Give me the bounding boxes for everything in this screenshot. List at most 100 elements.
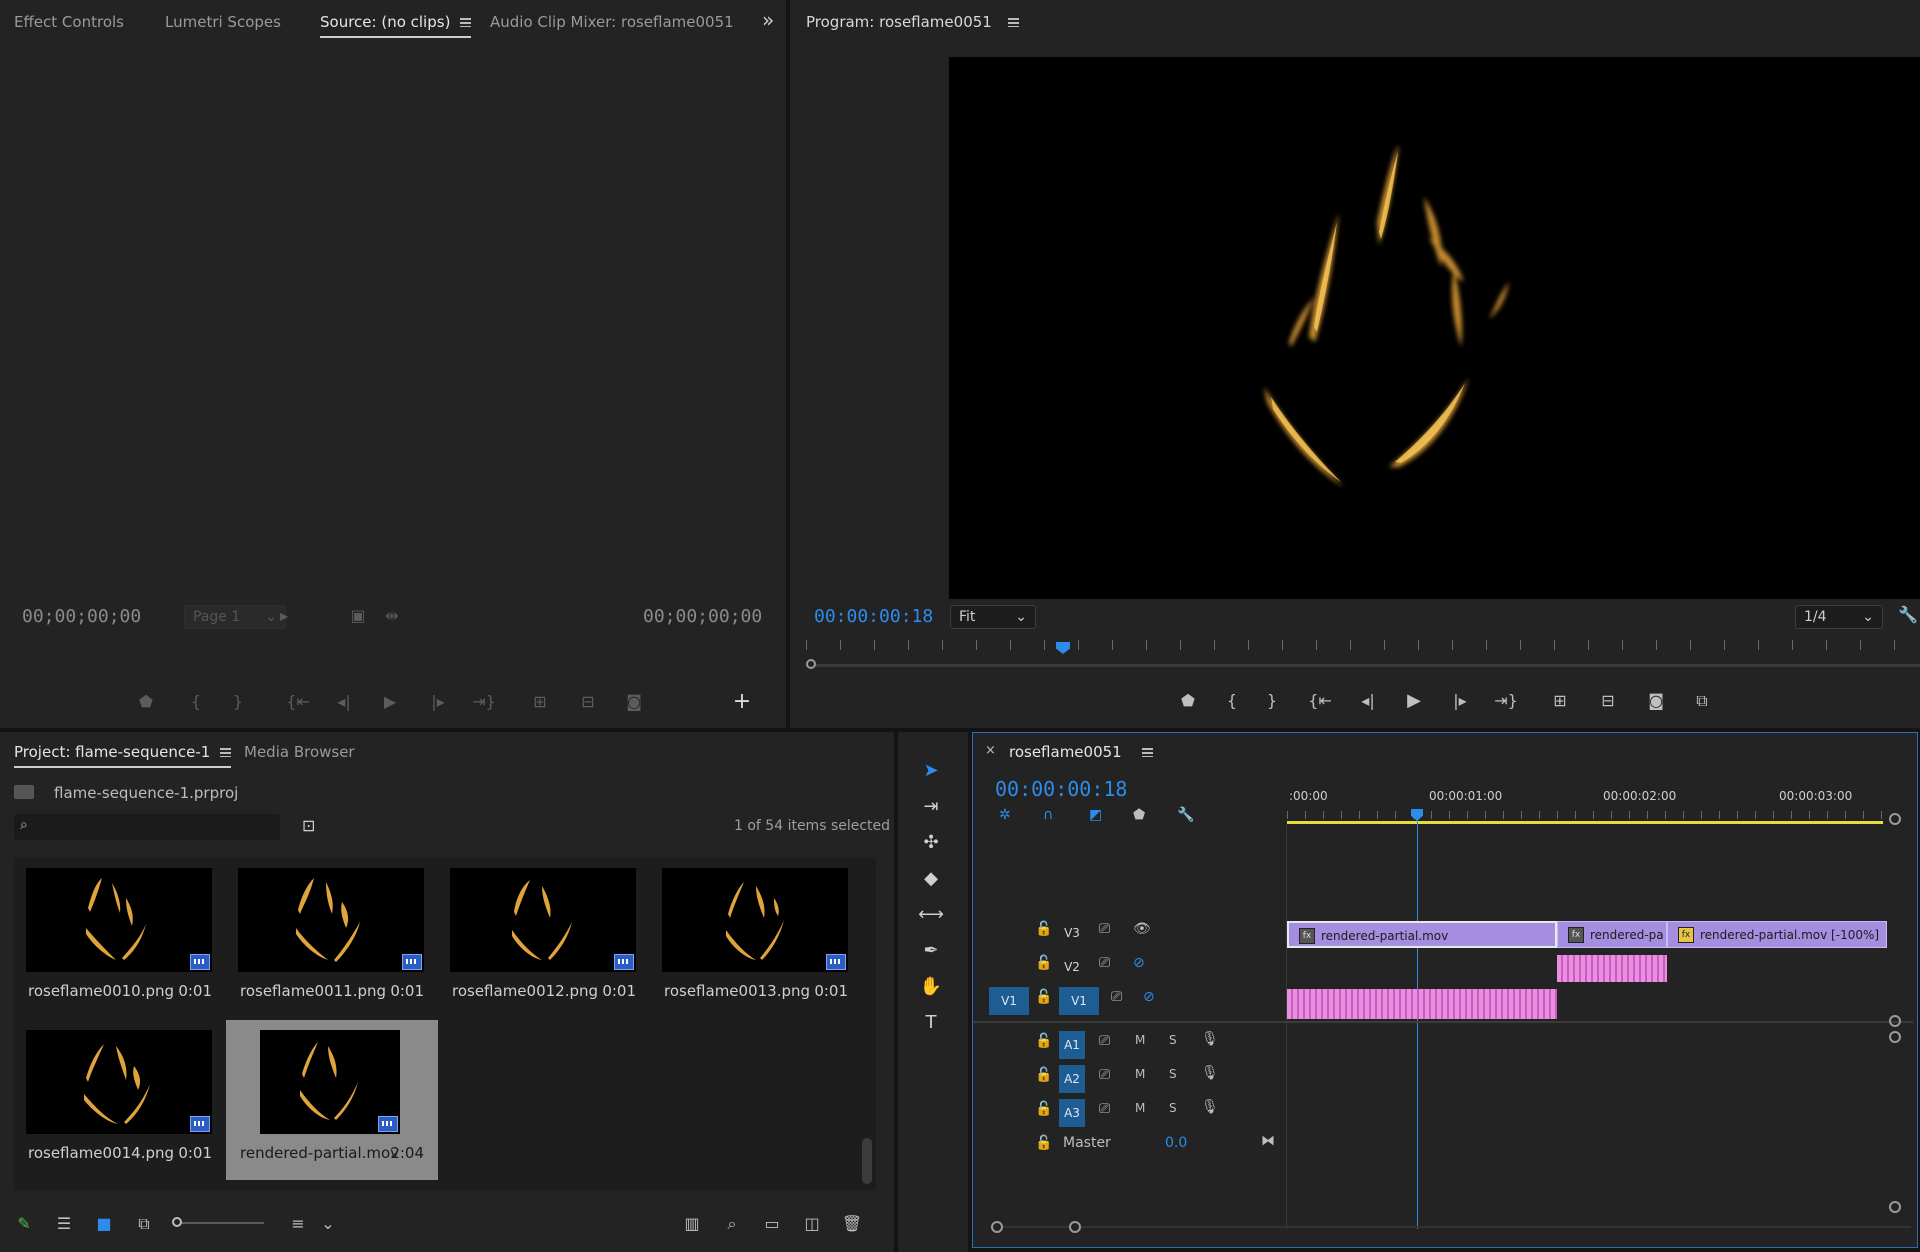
add-marker-icon[interactable]: ⬟ xyxy=(134,690,158,714)
sync-lock-icon[interactable]: ⎚ xyxy=(1099,1101,1110,1117)
video-scroll-bottom-handle[interactable] xyxy=(1889,1015,1901,1027)
search-field[interactable]: ⌕ xyxy=(14,814,280,840)
play-icon[interactable]: ▶ xyxy=(378,690,402,714)
clip-v3-rendered-partial[interactable]: fx rendered-partial.mov xyxy=(1287,921,1557,948)
icon-view-icon[interactable]: ■ xyxy=(92,1212,116,1236)
new-search-bin-icon[interactable]: ⊡ xyxy=(302,816,315,835)
lift-icon[interactable]: ⊞ xyxy=(1548,689,1572,713)
clip-v1-frames[interactable] xyxy=(1287,989,1557,1019)
project-item[interactable]: roseflame0013.png 0:01 xyxy=(650,858,862,1018)
trash-icon[interactable]: 🗑 xyxy=(840,1212,864,1236)
project-item[interactable]: roseflame0010.png 0:01 xyxy=(14,858,226,1018)
step-back-icon[interactable]: ◂| xyxy=(332,690,356,714)
mark-in-icon[interactable]: { xyxy=(1220,689,1244,713)
sync-lock-icon[interactable]: ⎚ xyxy=(1099,1067,1110,1083)
eye-hidden-icon[interactable]: ⊘ xyxy=(1133,955,1145,971)
lock-icon[interactable]: 🔓 xyxy=(1035,1033,1052,1049)
lock-icon[interactable]: 🔓 xyxy=(1035,1101,1052,1117)
eye-icon[interactable]: 👁 xyxy=(1133,921,1151,937)
go-to-out-icon[interactable]: ⇥} xyxy=(1494,689,1518,713)
chevron-down-icon[interactable]: ⌄ xyxy=(316,1212,340,1236)
tab-lumetri-scopes[interactable]: Lumetri Scopes xyxy=(165,13,281,31)
mark-in-icon[interactable]: { xyxy=(184,690,208,714)
source-timecode-left[interactable]: 00;00;00;00 xyxy=(22,606,141,627)
nest-icon[interactable]: ✲ xyxy=(999,807,1011,823)
timeline-zoom-bar[interactable] xyxy=(991,1221,1911,1233)
mark-out-icon[interactable]: } xyxy=(1260,689,1284,713)
track-label[interactable]: A3 xyxy=(1059,1099,1085,1127)
program-title[interactable]: Program: roseflame0051 xyxy=(806,13,1019,31)
export-frame-icon[interactable]: ◙ xyxy=(1644,689,1668,713)
add-button[interactable]: + xyxy=(730,690,754,714)
track-label[interactable]: V3 xyxy=(1059,919,1085,947)
mute-button[interactable]: M xyxy=(1135,1067,1145,1081)
razor-tool-icon[interactable]: ◆ xyxy=(916,864,946,894)
hand-tool-icon[interactable]: ✋ xyxy=(916,972,946,1002)
sync-lock-icon[interactable]: ⎚ xyxy=(1099,921,1110,937)
scrub-bar-track[interactable] xyxy=(806,664,1920,667)
program-time-ruler[interactable] xyxy=(806,640,1920,670)
solo-button[interactable]: S xyxy=(1169,1067,1177,1081)
type-tool-icon[interactable]: T xyxy=(916,1008,946,1038)
new-item-icon[interactable]: ◫ xyxy=(800,1212,824,1236)
go-to-in-icon[interactable]: {⇤ xyxy=(1308,689,1332,713)
tab-source[interactable]: Source: (no clips) xyxy=(320,13,472,38)
slip-tool-icon[interactable]: ⟷ xyxy=(916,900,946,930)
project-item[interactable]: roseflame0012.png 0:01 xyxy=(438,858,650,1018)
play-triangle-icon[interactable]: ▸ xyxy=(272,604,296,628)
audio-scroll-bottom-handle[interactable] xyxy=(1889,1201,1901,1213)
clip-v3-rendered-partial-2[interactable]: fx rendered-pa xyxy=(1557,921,1667,948)
track-select-tool-icon[interactable]: ⇥ xyxy=(916,792,946,822)
freeform-view-icon[interactable]: ⧉ xyxy=(132,1212,156,1236)
snap-icon[interactable]: ∩ xyxy=(1043,807,1053,823)
extract-icon[interactable]: ⊟ xyxy=(1596,689,1620,713)
lock-icon[interactable]: 🔓 xyxy=(1035,1135,1052,1151)
microphone-icon[interactable]: 🎙 xyxy=(1201,1099,1219,1115)
close-icon[interactable]: × xyxy=(985,743,996,758)
clip-v3-rendered-partial-reverse[interactable]: fx rendered-partial.mov [-100%] xyxy=(1667,921,1887,948)
panel-overflow-icon[interactable]: » xyxy=(762,8,774,32)
grid-scrollbar[interactable] xyxy=(862,1138,872,1184)
find-icon[interactable]: ⌕ xyxy=(720,1212,744,1236)
video-scroll-top-handle[interactable] xyxy=(1889,813,1901,825)
list-view-icon[interactable]: ☰ xyxy=(52,1212,76,1236)
ripple-edit-tool-icon[interactable]: ✣ xyxy=(916,828,946,858)
track-label[interactable]: V2 xyxy=(1059,953,1085,981)
timeline-timecode[interactable]: 00:00:00:18 xyxy=(995,777,1127,801)
insert-icon[interactable]: ⊞ xyxy=(528,690,552,714)
settings-wrench-icon[interactable]: 🔧 xyxy=(1896,603,1920,627)
export-frame-icon[interactable]: ◙ xyxy=(622,690,646,714)
source-patch[interactable]: V1 xyxy=(989,987,1029,1015)
panel-menu-icon[interactable] xyxy=(460,18,472,27)
microphone-icon[interactable]: 🎙 xyxy=(1201,1031,1219,1047)
overwrite-icon[interactable]: ⊟ xyxy=(576,690,600,714)
audio-scroll-top-handle[interactable] xyxy=(1889,1031,1901,1043)
lock-icon[interactable]: 🔓 xyxy=(1035,1067,1052,1083)
add-marker-icon[interactable]: ⬟ xyxy=(1133,807,1145,823)
sequence-tab[interactable]: roseflame0051 xyxy=(1009,743,1153,761)
sync-lock-icon[interactable]: ⎚ xyxy=(1099,955,1110,971)
master-volume[interactable]: 0.0 xyxy=(1165,1135,1187,1151)
project-item[interactable]: roseflame0011.png 0:01 xyxy=(226,858,438,1018)
search-input[interactable] xyxy=(40,816,274,838)
solo-button[interactable]: S xyxy=(1169,1101,1177,1115)
add-marker-icon[interactable]: ⬟ xyxy=(1176,689,1200,713)
tab-effect-controls[interactable]: Effect Controls xyxy=(14,13,124,31)
resolution-select[interactable]: 1/4 ⌄ xyxy=(1795,605,1883,629)
automate-to-sequence-icon[interactable]: ▥ xyxy=(680,1212,704,1236)
page-select[interactable]: Page 1 ⌄ xyxy=(184,605,286,629)
track-label[interactable]: A2 xyxy=(1059,1065,1085,1093)
fit-select[interactable]: Fit ⌄ xyxy=(950,605,1036,629)
linked-selection-icon[interactable]: ◩ xyxy=(1089,807,1102,823)
zoom-bar-right-handle[interactable] xyxy=(1069,1221,1081,1233)
project-item[interactable]: roseflame0014.png 0:01 xyxy=(14,1020,226,1180)
clip-v2-frames[interactable] xyxy=(1557,955,1667,982)
sort-icon[interactable]: ≡ xyxy=(286,1212,310,1236)
program-timecode[interactable]: 00:00:00:18 xyxy=(814,606,933,627)
project-item-selected[interactable]: rendered-partial.mov 2:04 xyxy=(226,1020,438,1180)
eye-hidden-icon[interactable]: ⊘ xyxy=(1143,989,1155,1005)
zoom-bar-left-handle[interactable] xyxy=(991,1221,1003,1233)
track-label[interactable]: V1 xyxy=(1059,987,1099,1015)
playhead-marker[interactable] xyxy=(1056,642,1070,654)
mute-button[interactable]: M xyxy=(1135,1033,1145,1047)
